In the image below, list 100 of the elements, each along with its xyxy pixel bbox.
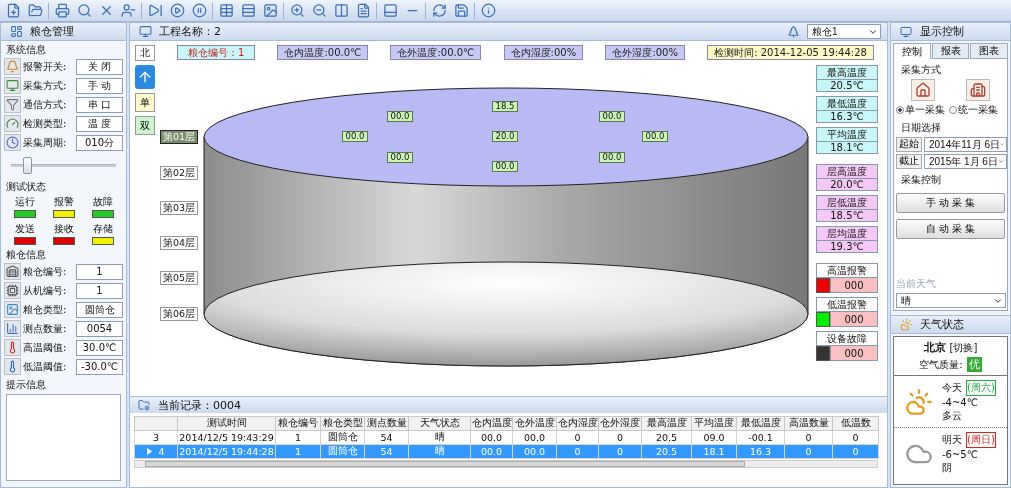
tab[interactable]: 图表 (970, 43, 1008, 59)
city-name: 北京 (923, 340, 946, 355)
columns-icon[interactable] (332, 1, 350, 20)
field-label: 通信方式: (23, 97, 68, 112)
info-label: 检测时间: 2014-12-05 19:44:28 (707, 45, 874, 60)
hint-text-area[interactable] (6, 394, 121, 481)
switch-link[interactable]: [切换] (949, 341, 978, 355)
radio-option[interactable]: 统一采集 (949, 103, 998, 117)
value-field: 关 闭 (76, 58, 123, 75)
warehouse-icon (4, 263, 21, 280)
info-label: 粮仓编号：1 (177, 45, 256, 60)
date-label[interactable]: 截止 (896, 154, 922, 169)
table-cell: 2014/12/5 19:43:29 (177, 430, 276, 445)
group-title: 采集方式 (900, 63, 942, 77)
table-cell: 0 (598, 444, 642, 459)
sensor-reading: 20.0 (492, 131, 518, 142)
granary-select[interactable]: 粮仓1 (807, 24, 881, 39)
play-icon[interactable] (168, 1, 186, 20)
image-icon[interactable] (261, 1, 279, 20)
table-cell: 0 (556, 444, 599, 459)
temperature-range: -6~5℃ (942, 449, 979, 460)
column-header: 最高温度 (641, 416, 692, 431)
air-quality-label: 空气质量: (919, 358, 963, 372)
date-label[interactable]: 起始 (896, 137, 922, 152)
layer-button[interactable]: 第02层 (160, 166, 198, 180)
zoom-out-icon[interactable] (310, 1, 328, 20)
clock-icon (4, 134, 21, 151)
save-icon[interactable] (452, 1, 470, 20)
layer-button[interactable]: 第04层 (160, 236, 198, 250)
stat-value: 000 (830, 278, 878, 293)
column-header: 仓内温度 (470, 416, 513, 431)
date-picker[interactable]: 2014年11月 6日 (924, 137, 1007, 152)
rows-icon[interactable] (239, 1, 257, 20)
panel-icon[interactable] (381, 1, 399, 20)
status-label: 故障 (92, 195, 113, 209)
table-cell: 圆筒仓 (320, 430, 365, 445)
sensor-reading: 00.0 (387, 111, 413, 122)
air-quality-badge: 优 (966, 357, 982, 372)
date-picker[interactable]: 2015年 1月 6日 (924, 154, 1007, 169)
day-name: 明天 (942, 433, 962, 447)
weekday-label: (周六) (966, 380, 996, 396)
buildings-icon[interactable] (965, 79, 990, 101)
weather-description: 多云 (942, 409, 963, 423)
table-cell: 00.0 (470, 430, 513, 445)
weather-select[interactable]: 晴 (896, 293, 1006, 308)
group-title: 系统信息 (5, 43, 47, 57)
stat-value: 20.5℃ (816, 80, 878, 92)
value-field: 圆筒仓 (76, 301, 123, 318)
column-header: 最低温度 (736, 416, 785, 431)
stat-label: 最高温度 (816, 65, 878, 80)
horizontal-scrollbar[interactable] (134, 460, 878, 468)
funnel-icon (4, 96, 21, 113)
column-header: 测点数量 (364, 416, 409, 431)
collect-button[interactable]: 自 动 采 集 (896, 219, 1005, 239)
info-icon[interactable] (479, 1, 497, 20)
layer-button[interactable]: 第03层 (160, 201, 198, 215)
house-icon[interactable] (911, 79, 936, 101)
table-cell: 00.0 (512, 444, 557, 459)
layer-button[interactable]: 第05层 (160, 271, 198, 285)
pause-icon[interactable] (190, 1, 208, 20)
field-label: 粮仓编号: (23, 264, 68, 279)
value-field: 0054 (76, 320, 123, 337)
status-label: 接收 (53, 222, 74, 236)
stat-label: 低温报警 (816, 297, 878, 312)
view-button[interactable]: 单 (135, 93, 155, 112)
radio-option[interactable]: 单一采集 (896, 103, 945, 117)
column-header: 粮仓类型 (320, 416, 365, 431)
layer-button[interactable]: 第06层 (160, 307, 198, 321)
tab[interactable]: 报表 (931, 43, 970, 59)
user-remove-icon[interactable] (119, 1, 137, 20)
table-cell: 54 (364, 430, 409, 445)
field-label: 测点数量: (23, 321, 68, 336)
table-icon[interactable] (217, 1, 235, 20)
group-title: 日期选择 (900, 121, 942, 135)
stat-label: 层低温度 (816, 195, 878, 210)
panel-title: 显示控制 (920, 24, 964, 39)
table-cell: 1 (275, 430, 321, 445)
table-cell: 0 (784, 444, 833, 459)
column-header: 仓外湿度 (598, 416, 642, 431)
table-cell: 20.5 (641, 444, 692, 459)
refresh-icon[interactable] (430, 1, 448, 20)
field-label: 粮仓类型: (23, 302, 68, 317)
table-cell: 晴 (408, 430, 471, 445)
status-label: 发送 (14, 222, 35, 236)
info-label: 仓内湿度:00% (503, 45, 584, 60)
tab[interactable]: 控制 (893, 43, 931, 59)
stat-label: 设备故障 (816, 331, 878, 346)
stat-label: 平均温度 (816, 127, 878, 142)
zoom-in-icon[interactable] (288, 1, 306, 20)
value-field: 串 口 (76, 96, 123, 113)
stat-value: 19.3℃ (816, 241, 878, 253)
slider-thumb[interactable] (22, 156, 32, 174)
collect-button[interactable]: 手 动 采 集 (896, 193, 1005, 213)
stat-value: 000 (830, 346, 878, 361)
table-cell: 1 (275, 444, 321, 459)
view-button[interactable]: 双 (135, 116, 155, 135)
printer-icon[interactable] (53, 1, 71, 20)
search-icon[interactable] (75, 1, 93, 20)
record-title: 当前记录：0004 (158, 397, 241, 413)
stat-value: 20.0℃ (816, 179, 878, 191)
